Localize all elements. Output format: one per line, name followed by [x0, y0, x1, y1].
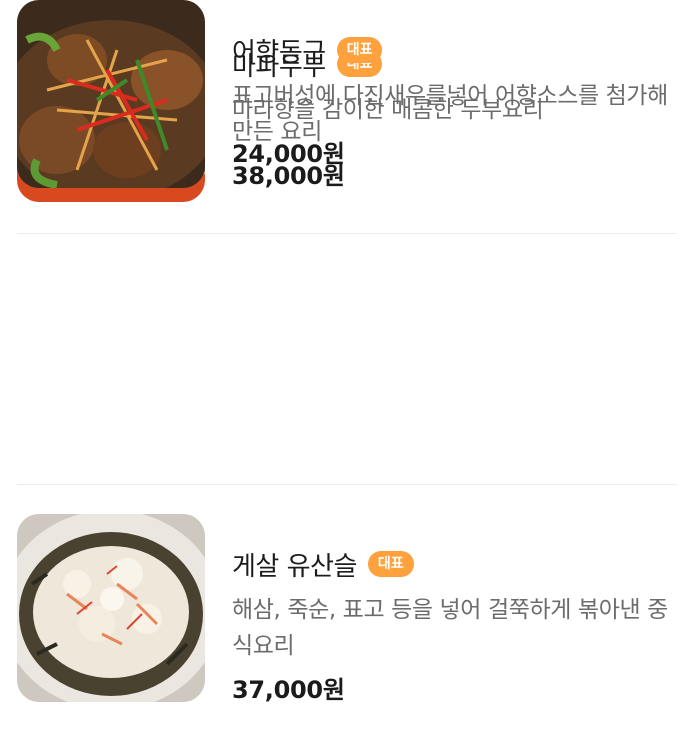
menu-item-name: 어향동구 — [232, 37, 326, 68]
menu-item-name: 게살 유산슬 — [232, 551, 357, 582]
menu-item-info: 어향동구 대표 표고버섯에 다진새우를넣어 어향소스를 첨가해 만든 요리 38… — [232, 30, 684, 191]
name-row: 게살 유산슬 대표 — [232, 544, 684, 584]
signature-badge: 대표 — [367, 551, 414, 577]
eohyang-donggu-photo[interactable] — [17, 0, 205, 188]
menu-item-price: 38,000원 — [232, 162, 345, 190]
menu-item-description: 표고버섯에 다진새우를넣어 어향소스를 첨가해 만든 요리 — [232, 83, 668, 145]
crab-yusanseul-photo[interactable] — [17, 514, 205, 702]
menu-list: 마파두부 대표 마라향을 감이한 매콤한 두부요리 24,000원 게살 유산슬… — [0, 0, 700, 731]
menu-item-info: 게살 유산슬 대표 해삼, 죽순, 표고 등을 넣어 걸쭉하게 볶아낸 중식요리… — [232, 544, 684, 705]
signature-badge: 대표 — [336, 37, 383, 63]
menu-item-price: 37,000원 — [232, 676, 345, 704]
divider — [17, 233, 677, 234]
name-row: 어향동구 대표 — [232, 30, 684, 70]
menu-item-crab-yusanseul[interactable]: 게살 유산슬 대표 해삼, 죽순, 표고 등을 넣어 걸쭉하게 볶아낸 중식요리… — [0, 514, 700, 704]
divider — [17, 484, 677, 485]
menu-item-eohyang-donggu[interactable]: 어향동구 대표 표고버섯에 다진새우를넣어 어향소스를 첨가해 만든 요리 38… — [0, 0, 700, 190]
menu-item-description: 해삼, 죽순, 표고 등을 넣어 걸쭉하게 볶아낸 중식요리 — [232, 597, 668, 659]
